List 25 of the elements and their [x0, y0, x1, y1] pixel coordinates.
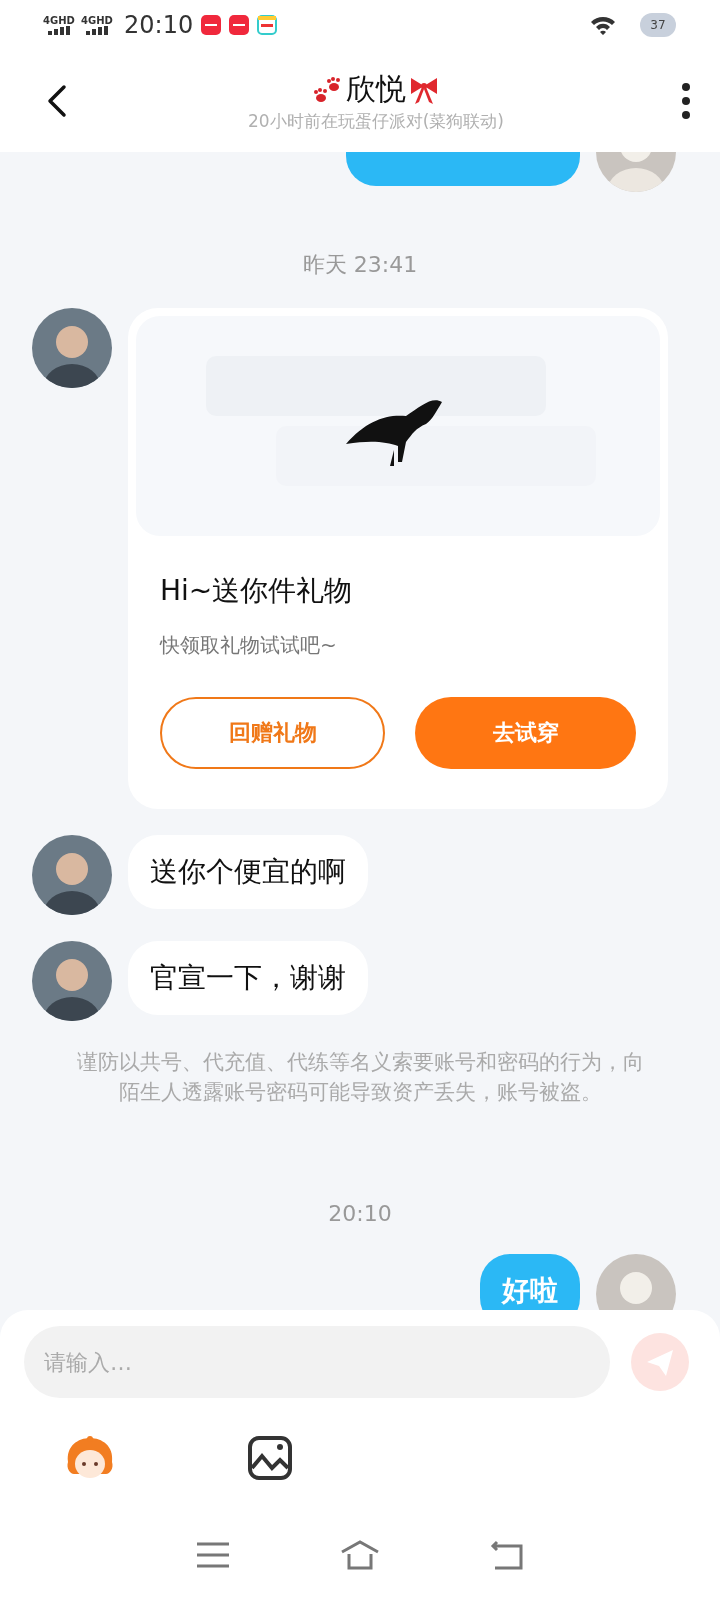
network-label: 4GHD [43, 15, 75, 26]
signal-icon [48, 25, 70, 35]
network-label: 4GHD [81, 15, 113, 26]
chat-title: 欣悦 [346, 70, 406, 108]
safety-notice: 谨防以共号、代充值、代练等名义索要账号和密码的行为，向陌生人透露账号密码可能导致资产丢失，账号被盗。 [75, 1049, 645, 1106]
more-icon[interactable] [680, 81, 692, 121]
gift-subtitle: 快领取礼物试试吧~ [160, 632, 338, 659]
wifi-icon [590, 15, 616, 35]
gift-title: Hi~送你件礼物 [160, 573, 354, 609]
battery-indicator: 37 [640, 13, 676, 37]
return-gift-button[interactable]: 回赠礼物 [160, 697, 385, 769]
app-notification-icon [229, 15, 250, 35]
message-bubble: 官宣一下，谢谢 [128, 941, 368, 1015]
message-bubble: 好啦 [480, 1254, 580, 1310]
try-on-button[interactable]: 去试穿 [415, 697, 636, 769]
clock: 20:10 [124, 11, 194, 39]
message-bubble: 送你个便宜的啊 [128, 835, 368, 909]
message-input[interactable]: 请输入… [24, 1326, 610, 1398]
activity-status: 20小时前在玩蛋仔派对(菜狗联动) [248, 110, 504, 133]
app-notification-icon [201, 15, 222, 35]
signal-icon [86, 25, 108, 35]
timestamp: 20:10 [327, 1201, 393, 1226]
home-icon[interactable] [340, 1538, 380, 1572]
timestamp: 昨天 23:41 [301, 251, 419, 279]
app-notification-icon [257, 15, 278, 35]
